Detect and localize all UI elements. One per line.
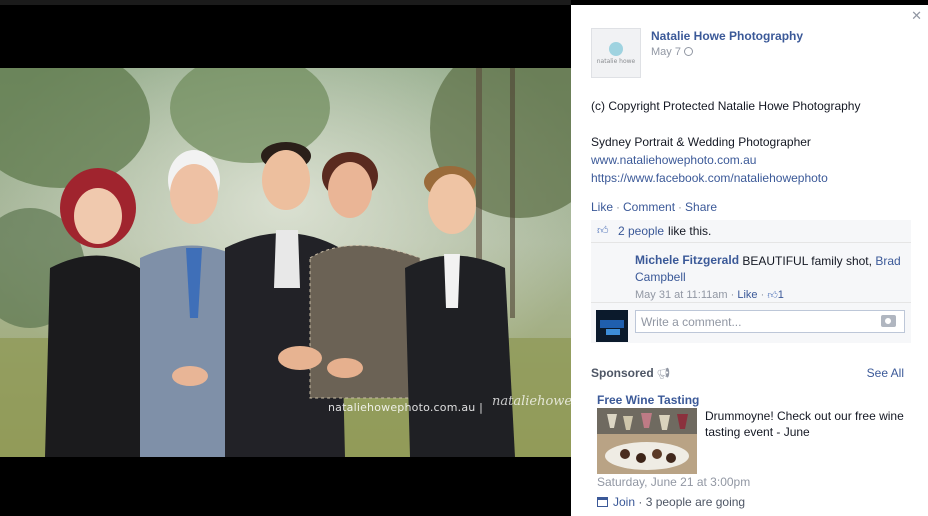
close-icon[interactable]: ✕ <box>911 9 922 22</box>
ad-event-date: Saturday, June 21 at 3:00pm <box>597 475 751 489</box>
comment-item: Michele Fitzgerald BEAUTIFUL family shot… <box>591 243 911 303</box>
avatar-logo-text: natalie howe <box>596 57 636 65</box>
avatar-stripe <box>600 320 624 328</box>
post-date[interactable]: May 7 <box>651 46 681 58</box>
comment-like-link[interactable]: Like <box>737 289 757 301</box>
join-event-link[interactable]: Join <box>613 495 635 509</box>
separator-dot: · <box>678 200 683 214</box>
family-photo-image <box>0 68 571 457</box>
post-actions: Like · Comment · Share <box>591 200 717 214</box>
post-link-facebook[interactable]: https://www.facebook.com/nataliehowephot… <box>591 169 911 187</box>
photo-sidebar: ✕ natalie howe Natalie Howe Photography … <box>571 5 928 516</box>
globe-icon <box>683 47 693 56</box>
feedback-panel: 👍︎ 2 people like this. Michele Fitzgeral… <box>591 220 911 343</box>
separator-dot: · <box>760 289 765 301</box>
user-avatar <box>596 310 628 342</box>
post-line-tagline: Sydney Portrait & Wedding Photographer <box>591 135 811 149</box>
see-all-link[interactable]: See All <box>867 366 904 380</box>
ad-going-count: · 3 people are going <box>638 495 746 509</box>
sponsored-label: Sponsored <box>591 366 654 380</box>
megaphone-icon[interactable]: 📢︎ <box>657 368 671 380</box>
sponsored-heading: Sponsored 📢︎ <box>591 366 671 380</box>
ad-title-link[interactable]: Free Wine Tasting <box>597 393 699 407</box>
thumbs-up-icon: 👍︎ <box>597 225 609 237</box>
separator-dot: · <box>730 289 735 301</box>
ad-body-text: Drummoyne! Check out our free wine tasti… <box>705 409 904 439</box>
page-name-link[interactable]: Natalie Howe Photography <box>651 29 803 43</box>
post-link-website[interactable]: www.nataliehowephoto.com.au <box>591 151 911 169</box>
post-date-row: May 7 <box>651 46 693 58</box>
photo-stage: nataliehowephoto.com.au | nataliehowe <box>0 0 571 516</box>
comment-time[interactable]: May 31 at 11:11am <box>635 289 728 301</box>
write-comment-row <box>591 303 911 343</box>
post-line-gap <box>591 115 911 133</box>
avatar-stripe <box>606 329 620 335</box>
likes-suffix: like this. <box>668 224 712 238</box>
likes-people-link[interactable]: 2 people <box>618 224 664 238</box>
like-action[interactable]: Like <box>591 200 613 214</box>
comment-text: BEAUTIFUL family shot, <box>742 254 872 268</box>
family-photo[interactable]: nataliehowephoto.com.au | nataliehowe <box>0 68 571 457</box>
ad-image-graphic <box>597 408 697 474</box>
post-body: (c) Copyright Protected Natalie Howe Pho… <box>591 97 911 187</box>
page-avatar[interactable]: natalie howe <box>591 28 641 78</box>
comment-action[interactable]: Comment <box>623 200 675 214</box>
thumbs-up-icon: 👍︎ <box>767 290 778 301</box>
photo-watermark: nataliehowephoto.com.au | <box>328 401 484 414</box>
separator-dot: · <box>616 200 621 214</box>
comment-meta: May 31 at 11:11am · Like · 👍︎1 <box>635 289 784 301</box>
comment-input[interactable] <box>635 310 905 333</box>
likes-summary: 👍︎ 2 people like this. <box>591 220 911 243</box>
camera-icon[interactable] <box>881 315 896 327</box>
photo-signature: nataliehowe <box>492 394 571 409</box>
avatar-logo-mark <box>609 41 623 56</box>
calendar-icon <box>597 497 608 507</box>
post-header: natalie howe Natalie Howe Photography Ma… <box>591 28 911 78</box>
ad-join-row: Join · 3 people are going <box>597 495 745 509</box>
post-line-copyright: (c) Copyright Protected Natalie Howe Pho… <box>591 99 861 113</box>
share-action[interactable]: Share <box>685 200 717 214</box>
stage-top-strip <box>0 0 571 5</box>
comment-author-link[interactable]: Michele Fitzgerald <box>635 253 739 267</box>
comment-like-count[interactable]: 1 <box>778 289 784 301</box>
ad-image[interactable] <box>597 408 697 474</box>
